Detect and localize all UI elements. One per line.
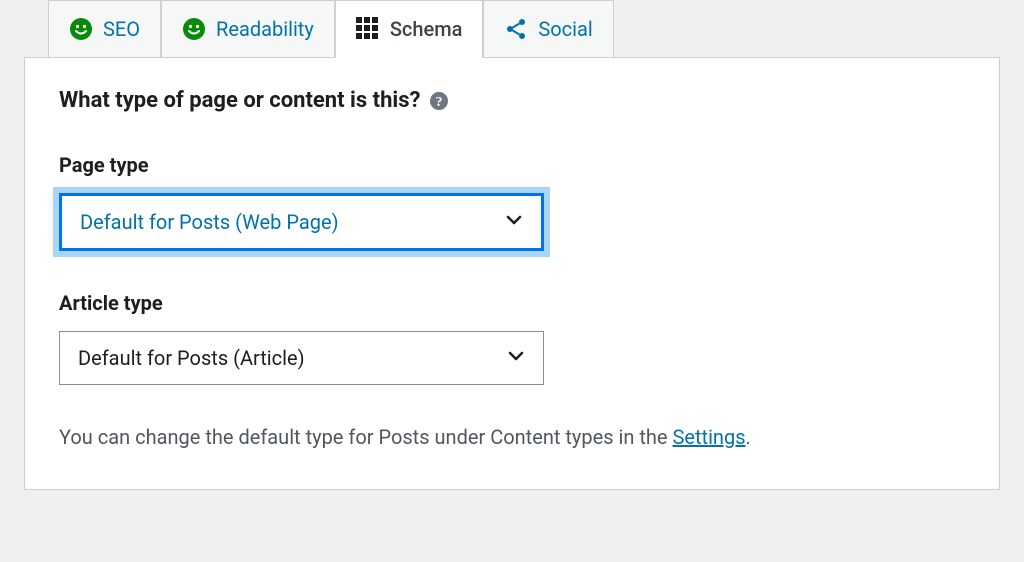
tab-bar: SEO Readability Schema Social xyxy=(48,0,1000,58)
smiley-icon xyxy=(182,17,206,41)
tab-label: Schema xyxy=(390,17,463,41)
tab-social[interactable]: Social xyxy=(483,0,613,58)
tab-readability[interactable]: Readability xyxy=(161,0,335,58)
article-type-value: Default for Posts (Article) xyxy=(78,346,305,370)
heading-row: What type of page or content is this? ? xyxy=(59,88,965,113)
chevron-down-icon xyxy=(505,210,523,234)
article-type-select-wrap: Default for Posts (Article) xyxy=(59,331,544,385)
tab-schema[interactable]: Schema xyxy=(335,0,484,58)
article-type-select[interactable]: Default for Posts (Article) xyxy=(59,331,544,385)
page-type-select[interactable]: Default for Posts (Web Page) xyxy=(59,193,544,251)
page-type-label: Page type xyxy=(59,153,965,177)
smiley-icon xyxy=(69,17,93,41)
grid-icon xyxy=(356,17,380,41)
svg-text:?: ? xyxy=(436,95,443,110)
tab-label: Social xyxy=(538,17,592,41)
share-icon xyxy=(504,17,528,41)
panel-heading: What type of page or content is this? xyxy=(59,88,420,113)
footer-text: You can change the default type for Post… xyxy=(59,425,965,449)
page-type-select-wrap: Default for Posts (Web Page) xyxy=(59,193,544,251)
tab-seo[interactable]: SEO xyxy=(48,0,161,58)
settings-link[interactable]: Settings xyxy=(673,425,746,449)
tab-label: SEO xyxy=(103,17,140,41)
chevron-down-icon xyxy=(507,346,525,370)
help-icon[interactable]: ? xyxy=(428,90,450,112)
footer-prefix: You can change the default type for Post… xyxy=(59,425,673,449)
schema-panel: What type of page or content is this? ? … xyxy=(24,57,1000,490)
tab-label: Readability xyxy=(216,17,314,41)
article-type-label: Article type xyxy=(59,291,965,315)
page-type-value: Default for Posts (Web Page) xyxy=(80,210,339,234)
footer-suffix: . xyxy=(746,425,751,449)
